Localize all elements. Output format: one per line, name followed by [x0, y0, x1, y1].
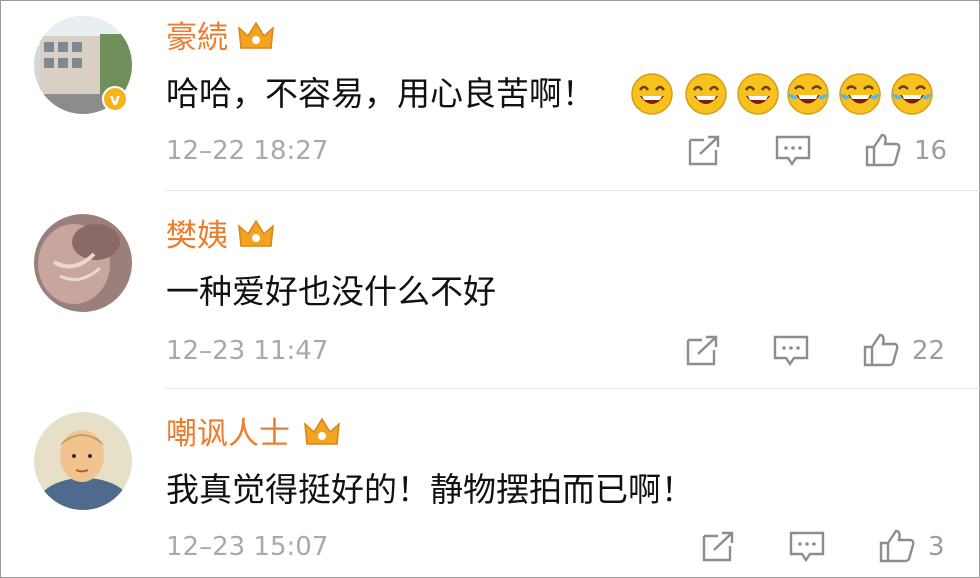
thumbs-up-icon[interactable]: [864, 132, 902, 168]
avatar[interactable]: [34, 214, 132, 312]
username[interactable]: 樊姨: [166, 218, 228, 254]
avatar[interactable]: [34, 412, 132, 510]
like-count: 22: [912, 336, 946, 366]
like-count: 3: [928, 532, 945, 562]
share-icon[interactable]: [686, 134, 722, 168]
comment-icon[interactable]: [772, 334, 810, 368]
tears-of-joy-emoji: [891, 73, 933, 115]
tears-of-joy-emoji: [839, 73, 881, 115]
crown-icon: [238, 219, 274, 247]
comment-time: 12–22 18:27: [166, 136, 329, 166]
crown-icon: [238, 21, 274, 49]
share-icon[interactable]: [700, 530, 736, 564]
crown-icon: [304, 417, 340, 445]
grin-emoji: [737, 73, 779, 115]
grin-emoji: [631, 73, 673, 115]
tears-of-joy-emoji: [787, 73, 829, 115]
comment-time: 12–23 15:07: [166, 532, 329, 562]
comment-icon[interactable]: [774, 134, 812, 168]
comment-text: 我真觉得挺好的！静物摆拍而已啊！: [166, 470, 694, 509]
share-icon[interactable]: [684, 334, 720, 368]
thumbs-up-icon[interactable]: [862, 332, 900, 368]
grin-emoji: [685, 73, 727, 115]
username[interactable]: 嘲讽人士: [166, 416, 290, 452]
divider: [166, 388, 980, 389]
thumbs-up-icon[interactable]: [878, 528, 916, 564]
comment-text: 一种爱好也没什么不好: [166, 272, 496, 311]
comment-text: 哈哈，不容易，用心良苦啊！: [166, 74, 595, 113]
divider: [166, 190, 980, 191]
username[interactable]: 豪続: [166, 20, 228, 56]
comment-time: 12–23 11:47: [166, 336, 329, 366]
verified-badge-icon: v: [102, 86, 128, 112]
like-count: 16: [914, 136, 948, 166]
comment-icon[interactable]: [788, 530, 826, 564]
